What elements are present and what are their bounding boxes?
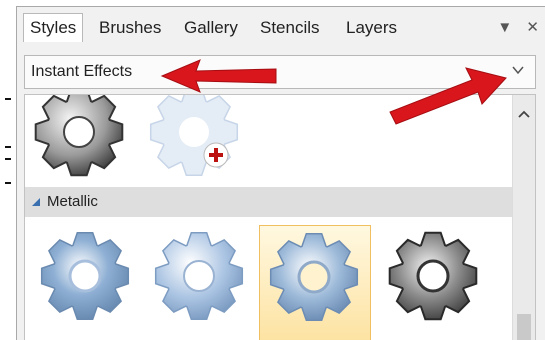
tab-gallery[interactable]: Gallery: [178, 14, 244, 42]
style-thumbnail[interactable]: [145, 229, 253, 323]
add-style-icon: [149, 95, 239, 177]
annotation-arrow-right: [389, 67, 507, 125]
section-label: Metallic: [47, 193, 98, 210]
edge-mark: [5, 146, 11, 148]
gear-style-icon: [40, 231, 130, 321]
tab-styles[interactable]: Styles: [23, 13, 84, 42]
vertical-scrollbar[interactable]: [512, 95, 535, 340]
style-thumbnail[interactable]: [31, 229, 139, 323]
scrollbar-thumb[interactable]: [517, 314, 531, 340]
collapse-triangle-icon[interactable]: [31, 197, 41, 207]
left-edge: [0, 0, 16, 339]
dropdown-value: Instant Effects: [31, 63, 133, 80]
add-style-thumbnail[interactable]: [140, 95, 248, 179]
edge-mark: [5, 158, 11, 160]
panel-menu-icon[interactable]: ▼: [497, 19, 512, 36]
style-gallery: Metallic: [24, 94, 536, 340]
style-thumbnail[interactable]: [379, 229, 487, 323]
edge-mark: [5, 98, 11, 100]
edge-mark: [5, 182, 11, 184]
gear-style-icon: [34, 95, 124, 177]
gear-style-icon: [269, 232, 359, 322]
styles-panel: Styles Brushes Gallery Stencils Layers ▼…: [16, 6, 545, 340]
tab-brushes[interactable]: Brushes: [93, 14, 167, 42]
tab-controls: ▼ ✕: [487, 18, 539, 36]
tab-stencils[interactable]: Stencils: [254, 14, 326, 42]
gear-style-icon: [154, 231, 244, 321]
scroll-up-icon[interactable]: [517, 109, 531, 119]
annotation-arrow-left: [160, 59, 277, 93]
style-thumbnail-selected[interactable]: [259, 225, 371, 340]
tab-layers[interactable]: Layers: [340, 14, 403, 42]
chevron-down-icon[interactable]: [511, 63, 525, 77]
style-thumbnail[interactable]: [25, 95, 133, 179]
gear-style-icon: [388, 231, 478, 321]
close-icon[interactable]: ✕: [526, 18, 539, 36]
section-header-metallic[interactable]: Metallic: [25, 187, 513, 217]
tab-bar: Styles Brushes Gallery Stencils Layers ▼…: [17, 7, 545, 45]
